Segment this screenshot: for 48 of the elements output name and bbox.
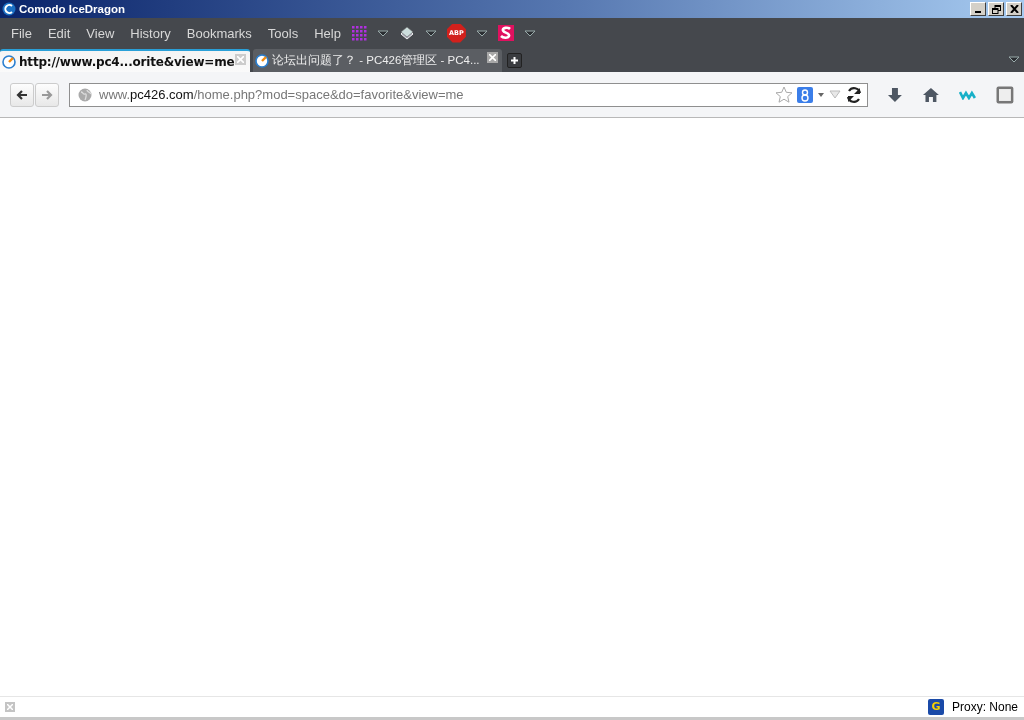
proxy-status[interactable]: Proxy: None (951, 700, 1018, 714)
restore-icon (991, 4, 1001, 14)
tab-list-caret-icon[interactable] (1008, 55, 1020, 64)
tab-title: 论坛出问题了？ - PC426管理区 - PC4... (272, 53, 481, 68)
layers-icon[interactable] (398, 25, 415, 41)
url-text: www.pc426.com/home.php?mod=space&do=favorite&view=me (99, 87, 465, 102)
site-favicon-icon (255, 53, 269, 68)
dropdown-caret-icon[interactable] (475, 28, 488, 38)
menu-item[interactable]: View (78, 25, 123, 41)
menu-item[interactable]: Tools (259, 25, 307, 41)
window-title: Comodo IceDragon (19, 3, 126, 15)
dropdown-caret-icon[interactable] (817, 91, 826, 98)
new-tab-button[interactable] (507, 53, 522, 68)
close-icon (1009, 5, 1019, 13)
close-icon (237, 56, 244, 63)
reload-icon[interactable] (845, 85, 864, 104)
menu-item[interactable]: Help (306, 25, 349, 41)
dropdown-caret-icon[interactable] (523, 28, 536, 38)
tab-title: http://www.pc4...orite&view=me (19, 54, 232, 69)
site-favicon-icon (2, 54, 16, 69)
square-tile-icon[interactable] (996, 85, 1014, 104)
menu-item[interactable]: File (3, 25, 40, 41)
address-field[interactable]: www.pc426.com/home.php?mod=space&do=favorite&view=me (69, 82, 869, 107)
home-icon[interactable] (922, 86, 941, 103)
search-engine-icon[interactable] (797, 86, 814, 103)
menu-item[interactable]: Bookmarks (178, 25, 260, 41)
close-icon (7, 704, 13, 710)
menu-item[interactable]: Edit (39, 25, 79, 41)
dropdown-caret-icon[interactable] (424, 28, 437, 38)
back-button[interactable] (10, 82, 34, 107)
dropdown-caret-icon[interactable] (376, 28, 389, 38)
close-icon (489, 54, 496, 61)
back-arrow-icon (16, 89, 28, 100)
browser-tab[interactable]: 论坛出问题了？ - PC426管理区 - PC4... (253, 49, 502, 72)
app-logo-icon (2, 2, 16, 16)
forward-arrow-icon (41, 89, 53, 100)
dot-grid-icon[interactable] (350, 25, 367, 41)
restore-button[interactable] (988, 2, 1004, 16)
globe-icon (78, 87, 92, 102)
star-icon[interactable] (775, 85, 794, 104)
browser-tab[interactable]: http://www.pc4...orite&view=me (0, 49, 250, 72)
menu-item[interactable]: History (122, 25, 179, 41)
proxy-button[interactable]: G (927, 699, 944, 715)
s-logo-icon[interactable] (497, 25, 514, 41)
plus-icon (511, 57, 518, 64)
close-button[interactable] (1006, 2, 1022, 16)
minimize-button[interactable] (970, 2, 986, 16)
download-arrow-icon[interactable] (887, 86, 904, 103)
